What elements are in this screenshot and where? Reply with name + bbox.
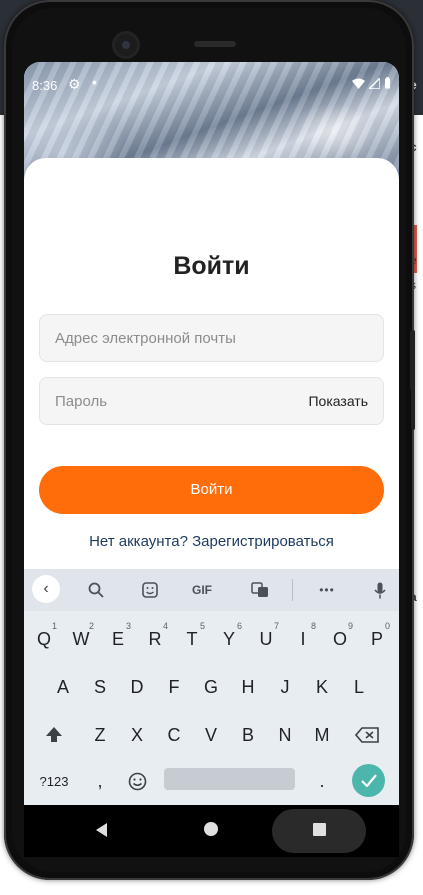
- key-o[interactable]: O9: [325, 619, 355, 659]
- key-b[interactable]: B: [233, 715, 263, 755]
- backspace-icon[interactable]: [352, 715, 382, 755]
- key-c[interactable]: C: [159, 715, 189, 755]
- key-label: T: [186, 628, 198, 649]
- key-u[interactable]: U7: [251, 619, 281, 659]
- recents-icon[interactable]: [313, 823, 326, 836]
- login-button[interactable]: Войти: [39, 466, 384, 514]
- status-bar: 8:36 ⚙ •: [24, 62, 399, 106]
- key-x[interactable]: X: [122, 715, 152, 755]
- status-time: 8:36: [32, 78, 58, 93]
- key-s[interactable]: S: [85, 667, 115, 707]
- shift-icon[interactable]: [39, 715, 69, 755]
- key-hint: 6: [236, 621, 242, 631]
- phone-screen: 8:36 ⚙ • Войти Показать Войти Нет аккаун…: [24, 62, 399, 857]
- keyboard: ‹ GIF ••• Q1 W2 E3 R4 T5 Y6 U7 I8 O9 P 0…: [24, 569, 399, 805]
- key-hint: 7: [273, 621, 279, 631]
- earpiece-speaker: [194, 41, 236, 47]
- home-icon[interactable]: [204, 822, 218, 836]
- key-g[interactable]: G: [196, 667, 226, 707]
- email-field[interactable]: [39, 314, 384, 362]
- key-label: Q: [36, 628, 51, 649]
- front-camera: [115, 34, 137, 56]
- space-bar[interactable]: [164, 768, 295, 790]
- key-e[interactable]: E3: [103, 619, 133, 659]
- key-t[interactable]: T5: [177, 619, 207, 659]
- key-f[interactable]: F: [159, 667, 189, 707]
- key-label: E: [111, 628, 124, 649]
- wifi-icon: [352, 78, 365, 92]
- register-link[interactable]: Нет аккаунта? Зарегистрироваться: [24, 533, 399, 550]
- key-p[interactable]: P0: [362, 619, 392, 659]
- key-a[interactable]: A: [48, 667, 78, 707]
- key-h[interactable]: H: [233, 667, 263, 707]
- key-period[interactable]: .: [307, 761, 337, 801]
- key-label: Y: [222, 628, 235, 649]
- password-field[interactable]: Показать: [39, 377, 384, 425]
- key-comma[interactable]: ,: [85, 761, 115, 801]
- login-card: Войти Показать Войти Нет аккаунта? Зарег…: [24, 158, 399, 578]
- status-icons: [352, 75, 391, 92]
- key-q[interactable]: Q1: [29, 619, 59, 659]
- key-hint: 9: [347, 621, 353, 631]
- key-r[interactable]: R4: [140, 619, 170, 659]
- translate-icon[interactable]: [246, 577, 274, 603]
- volume-button: [411, 370, 415, 430]
- key-label: P: [370, 628, 383, 649]
- back-icon[interactable]: [96, 823, 107, 837]
- toolbar-divider: [292, 579, 293, 601]
- chevron-left-icon[interactable]: ‹: [32, 575, 60, 603]
- more-icon[interactable]: •••: [313, 577, 341, 603]
- gear-icon: ⚙: [68, 76, 81, 92]
- key-l[interactable]: L: [344, 667, 374, 707]
- email-input[interactable]: [55, 315, 315, 361]
- key-hint: 5: [199, 621, 205, 631]
- emoji-icon[interactable]: [122, 761, 152, 801]
- key-n[interactable]: N: [270, 715, 300, 755]
- gif-button[interactable]: GIF: [188, 577, 216, 603]
- symbols-key[interactable]: ?123: [36, 761, 72, 801]
- battery-icon: [384, 77, 391, 92]
- key-label: I: [300, 628, 306, 649]
- key-m[interactable]: M: [307, 715, 337, 755]
- key-hint: 3: [125, 621, 131, 631]
- key-z[interactable]: Z: [85, 715, 115, 755]
- key-hint: 0: [384, 621, 390, 631]
- key-j[interactable]: J: [270, 667, 300, 707]
- dot-icon: •: [92, 74, 97, 90]
- page-title: Войти: [173, 252, 250, 280]
- key-label: O: [332, 628, 347, 649]
- check-icon[interactable]: [352, 764, 385, 797]
- key-y[interactable]: Y6: [214, 619, 244, 659]
- key-hint: 4: [162, 621, 168, 631]
- key-v[interactable]: V: [196, 715, 226, 755]
- key-label: U: [259, 628, 273, 649]
- key-w[interactable]: W2: [66, 619, 96, 659]
- password-input[interactable]: [55, 378, 315, 424]
- key-hint: 2: [88, 621, 94, 631]
- key-d[interactable]: D: [122, 667, 152, 707]
- key-hint: 8: [310, 621, 316, 631]
- microphone-icon[interactable]: [366, 577, 394, 603]
- key-i[interactable]: I8: [288, 619, 318, 659]
- navigation-bar: [24, 805, 399, 857]
- key-hint: 1: [51, 621, 57, 631]
- sticker-icon[interactable]: [136, 577, 164, 603]
- signal-icon: [367, 75, 381, 92]
- key-label: R: [148, 628, 162, 649]
- key-label: W: [72, 628, 90, 649]
- keyboard-toolbar: ‹ GIF •••: [24, 569, 399, 611]
- show-password-button[interactable]: Показать: [308, 393, 368, 409]
- key-k[interactable]: K: [307, 667, 337, 707]
- search-icon[interactable]: [82, 577, 110, 603]
